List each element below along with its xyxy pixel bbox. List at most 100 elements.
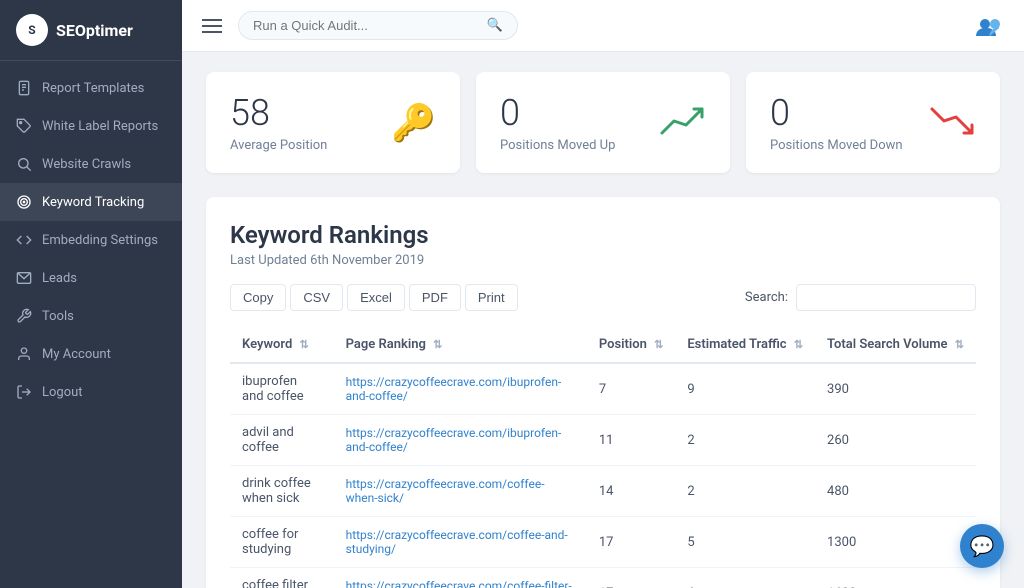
sidebar-item-embedding-settings[interactable]: Embedding Settings — [0, 221, 182, 259]
cell-search-volume: 1300 — [815, 517, 976, 568]
col-position[interactable]: Position ⇅ — [587, 327, 676, 363]
content-area: 58 Average Position 🔑 0 Positions Moved … — [182, 52, 1024, 588]
stat-label: Positions Moved Up — [500, 138, 615, 153]
cell-estimated-traffic: 2 — [675, 415, 815, 466]
col-estimated-traffic[interactable]: Estimated Traffic ⇅ — [675, 327, 815, 363]
target-icon — [16, 194, 32, 210]
stat-icon-avg: 🔑 — [391, 102, 436, 144]
copy-button[interactable]: Copy — [230, 284, 286, 311]
sidebar-item-label: Leads — [42, 271, 77, 286]
users-icon — [974, 14, 1006, 38]
cell-estimated-traffic: 5 — [675, 517, 815, 568]
search-label: Search: — [745, 290, 788, 305]
sidebar-item-my-account[interactable]: My Account — [0, 335, 182, 373]
avatar[interactable] — [972, 8, 1008, 44]
cell-keyword: advil and coffee — [230, 415, 334, 466]
sidebar-item-keyword-tracking[interactable]: Keyword Tracking — [0, 183, 182, 221]
cell-position: 14 — [587, 466, 676, 517]
cell-page-ranking[interactable]: https://crazycoffeecrave.com/coffee-and-… — [334, 517, 587, 568]
cell-search-volume: 1600 — [815, 568, 976, 588]
stat-label: Average Position — [230, 138, 327, 153]
table-search-input[interactable] — [796, 284, 976, 311]
stats-row: 58 Average Position 🔑 0 Positions Moved … — [206, 72, 1000, 173]
sort-icon: ⇅ — [794, 338, 803, 351]
cell-page-ranking[interactable]: https://crazycoffeecrave.com/ibuprofen-a… — [334, 363, 587, 415]
cell-keyword: drink coffee when sick — [230, 466, 334, 517]
table-body: ibuprofen and coffee https://crazycoffee… — [230, 363, 976, 588]
mail-icon — [16, 270, 32, 286]
sidebar-item-label: Tools — [42, 309, 74, 324]
sidebar-item-label: Website Crawls — [42, 157, 131, 172]
sidebar-item-white-label-reports[interactable]: White Label Reports — [0, 107, 182, 145]
stat-card-positions-up: 0 Positions Moved Up — [476, 72, 730, 173]
cell-position: 7 — [587, 363, 676, 415]
topbar: 🔍 — [182, 0, 1024, 52]
sidebar-item-website-crawls[interactable]: Website Crawls — [0, 145, 182, 183]
col-page-ranking[interactable]: Page Ranking ⇅ — [334, 327, 587, 363]
sort-icon: ⇅ — [955, 338, 964, 351]
sidebar-item-label: My Account — [42, 347, 111, 362]
stat-value: 0 — [500, 92, 615, 134]
table-row: drink coffee when sick https://crazycoff… — [230, 466, 976, 517]
file-icon — [16, 80, 32, 96]
main-content: 🔍 58 Average Position 🔑 — [182, 0, 1024, 588]
stat-info: 0 Positions Moved Down — [770, 92, 903, 153]
sidebar-item-leads[interactable]: Leads — [0, 259, 182, 297]
cell-search-volume: 260 — [815, 415, 976, 466]
search-bar: 🔍 — [238, 11, 518, 40]
cell-keyword: coffee filter substitutes — [230, 568, 334, 588]
hamburger-line — [202, 31, 222, 33]
sidebar-item-label: Logout — [42, 385, 83, 400]
hamburger-line — [202, 25, 222, 27]
sidebar-item-label: Report Templates — [42, 81, 144, 96]
user-icon — [16, 346, 32, 362]
sidebar-item-label: White Label Reports — [42, 119, 158, 134]
cell-page-ranking[interactable]: https://crazycoffeecrave.com/ibuprofen-a… — [334, 415, 587, 466]
sidebar-nav: Report Templates White Label Reports Web… — [0, 61, 182, 588]
logo-icon: S — [16, 14, 48, 46]
trend-up-icon — [658, 101, 706, 141]
table-row: advil and coffee https://crazycoffeecrav… — [230, 415, 976, 466]
hamburger-button[interactable] — [198, 15, 226, 37]
tool-icon — [16, 308, 32, 324]
sidebar-item-label: Embedding Settings — [42, 233, 158, 248]
stat-value: 0 — [770, 92, 903, 134]
stat-info: 0 Positions Moved Up — [500, 92, 615, 153]
sidebar-item-report-templates[interactable]: Report Templates — [0, 69, 182, 107]
sidebar-item-label: Keyword Tracking — [42, 195, 144, 210]
hamburger-line — [202, 19, 222, 21]
data-table: Keyword ⇅ Page Ranking ⇅ Position ⇅ Es — [230, 327, 976, 588]
sidebar-item-tools[interactable]: Tools — [0, 297, 182, 335]
sort-icon: ⇅ — [433, 338, 442, 351]
cell-keyword: ibuprofen and coffee — [230, 363, 334, 415]
cell-search-volume: 390 — [815, 363, 976, 415]
sidebar-item-logout[interactable]: Logout — [0, 373, 182, 411]
excel-button[interactable]: Excel — [347, 284, 405, 311]
col-search-volume[interactable]: Total Search Volume ⇅ — [815, 327, 976, 363]
search-input[interactable] — [253, 18, 479, 33]
cell-estimated-traffic: 9 — [675, 363, 815, 415]
stat-icon-up — [658, 101, 706, 145]
cell-search-volume: 480 — [815, 466, 976, 517]
cell-page-ranking[interactable]: https://crazycoffeecrave.com/coffee-when… — [334, 466, 587, 517]
tag-icon — [16, 118, 32, 134]
chat-button[interactable]: 💬 — [960, 524, 1004, 568]
print-button[interactable]: Print — [465, 284, 518, 311]
cell-estimated-traffic: 6 — [675, 568, 815, 588]
logo-text: SEOptimer — [56, 21, 133, 40]
pdf-button[interactable]: PDF — [409, 284, 461, 311]
code-icon — [16, 232, 32, 248]
search-crawl-icon — [16, 156, 32, 172]
cell-keyword: coffee for studying — [230, 517, 334, 568]
cell-page-ranking[interactable]: https://crazycoffeecrave.com/coffee-filt… — [334, 568, 587, 588]
table-section: Keyword Rankings Last Updated 6th Novemb… — [206, 197, 1000, 588]
sidebar-logo: S SEOptimer — [0, 0, 182, 61]
cell-position: 11 — [587, 415, 676, 466]
cell-position: 17 — [587, 517, 676, 568]
table-title: Keyword Rankings — [230, 221, 976, 249]
table-row: coffee filter substitutes https://crazyc… — [230, 568, 976, 588]
col-keyword[interactable]: Keyword ⇅ — [230, 327, 334, 363]
csv-button[interactable]: CSV — [290, 284, 343, 311]
table-subtitle: Last Updated 6th November 2019 — [230, 253, 976, 268]
cell-position: 17 — [587, 568, 676, 588]
